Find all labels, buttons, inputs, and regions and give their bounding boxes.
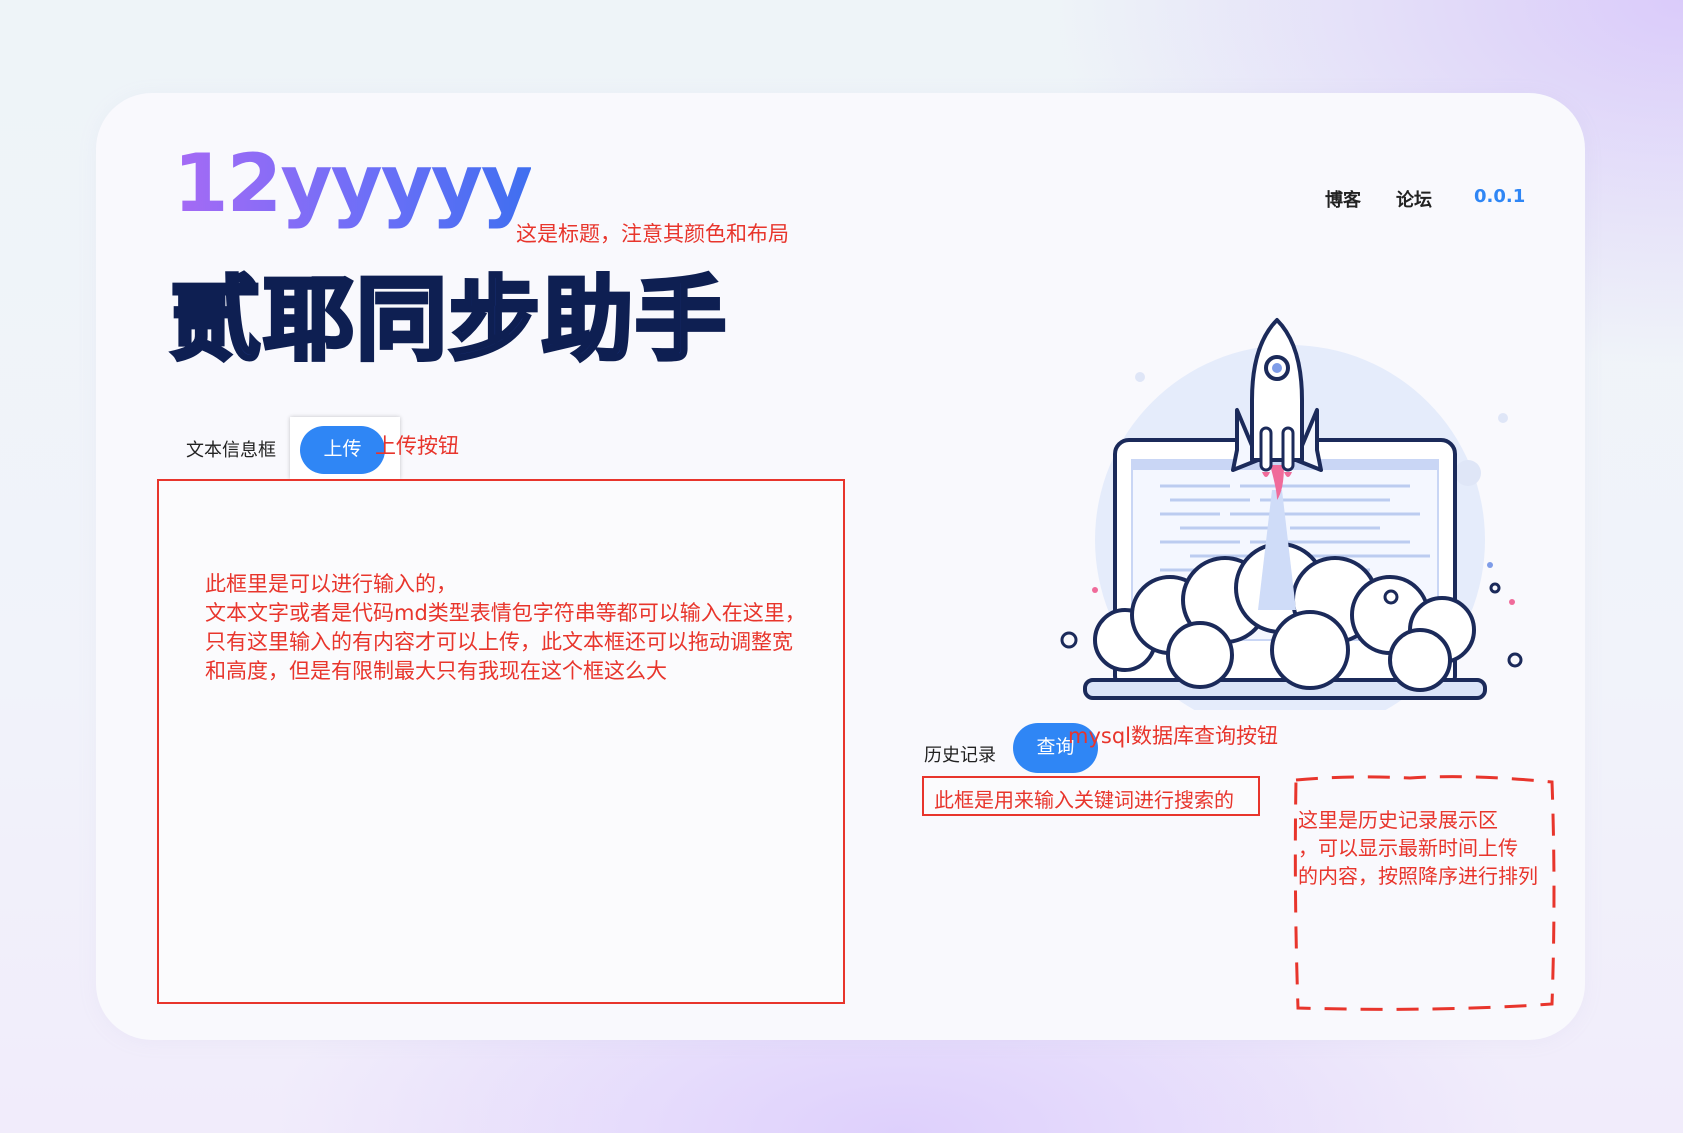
- keyword-search-input[interactable]: 此框是用来输入关键词进行搜索的: [922, 776, 1260, 816]
- textbox-annotation-line: 和高度，但是有限制最大只有我现在这个框这么大: [205, 659, 667, 683]
- history-annotation-line: 这里是历史记录展示区: [1298, 808, 1498, 832]
- page-title: 贰耶同步助手: [168, 266, 729, 375]
- version-link[interactable]: 0.0.1: [1474, 186, 1525, 207]
- textbox-annotation-line: 文本文字或者是代码md类型表情包字符串等都可以输入在这里，: [205, 601, 806, 625]
- nav-link-forum[interactable]: 论坛: [1396, 186, 1432, 212]
- textbox-annotation-line: 此框里是可以进行输入的，: [205, 572, 457, 596]
- history-label: 历史记录: [924, 745, 996, 766]
- history-area-annotation: 这里是历史记录展示区 ，可以显示最新时间上传 的内容，按照降序进行排列: [1298, 806, 1538, 890]
- text-input-area[interactable]: [157, 479, 845, 1004]
- search-box-annotation: 此框是用来输入关键词进行搜索的: [934, 788, 1234, 812]
- history-annotation-line: ，可以显示最新时间上传: [1298, 836, 1518, 860]
- history-annotation-line: 的内容，按照降序进行排列: [1298, 864, 1538, 888]
- textbox-annotation: 此框里是可以进行输入的， 文本文字或者是代码md类型表情包字符串等都可以输入在这…: [205, 570, 806, 686]
- nav-link-blog[interactable]: 博客: [1325, 186, 1361, 212]
- site-logo: 12yyyyy: [173, 137, 533, 230]
- query-button-annotation: mysql数据库查询按钮: [1068, 724, 1278, 748]
- logo-annotation: 这是标题，注意其颜色和布局: [516, 222, 789, 246]
- rocket-launch-illustration: [1060, 318, 1523, 710]
- upload-button[interactable]: 上传: [300, 426, 385, 474]
- textbox-annotation-line: 只有这里输入的有内容才可以上传，此文本框还可以拖动调整宽: [205, 630, 793, 654]
- upload-button-annotation: 上传按钮: [375, 434, 459, 458]
- textbox-label: 文本信息框: [186, 440, 276, 461]
